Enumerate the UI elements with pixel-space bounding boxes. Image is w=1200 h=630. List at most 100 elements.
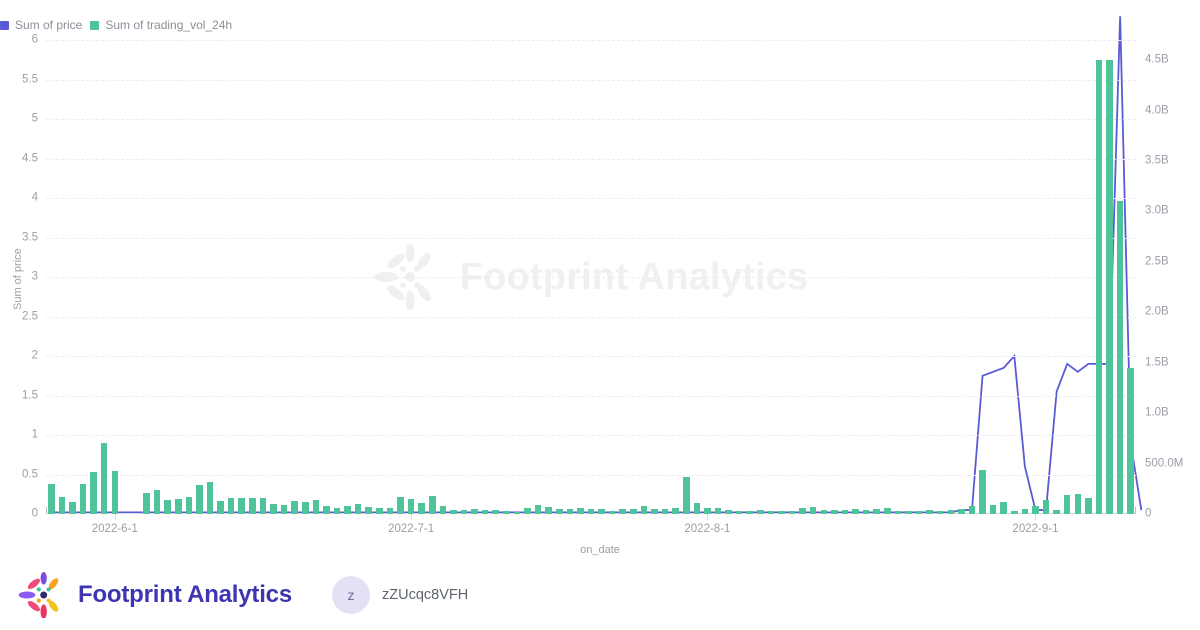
bar[interactable] [206,481,214,514]
bar[interactable] [725,509,732,514]
bar[interactable] [1032,506,1039,514]
bar[interactable] [936,510,944,514]
bar[interactable] [1127,367,1134,514]
bar[interactable] [640,506,648,514]
bar[interactable] [354,504,362,514]
legend-item-sum-of-trading-vol-24h[interactable]: Sum of trading_vol_24h [90,19,232,31]
bar[interactable] [312,499,320,514]
bar[interactable] [1095,60,1103,514]
bar[interactable] [503,511,510,514]
user-block[interactable]: z zZUcqc8VFH [331,576,468,614]
bar[interactable] [799,507,806,514]
bar[interactable] [333,507,341,514]
bar[interactable] [175,498,182,514]
bar[interactable] [428,496,436,514]
bar[interactable] [164,499,171,514]
bar[interactable] [841,510,849,514]
bar[interactable] [608,510,616,514]
bar[interactable] [153,489,161,514]
bar[interactable] [386,508,394,514]
bar[interactable] [884,507,891,514]
bar[interactable] [958,508,965,514]
bar[interactable] [809,506,817,514]
bar[interactable] [450,509,457,514]
bar[interactable] [69,501,76,514]
legend-item-sum-of-price[interactable]: Sum of price [0,19,82,31]
bar[interactable] [111,470,119,514]
bar[interactable] [672,507,679,514]
bar[interactable] [513,511,521,514]
bar[interactable] [989,504,997,514]
bar[interactable] [534,504,542,514]
bar[interactable] [577,508,584,514]
bar[interactable] [630,509,637,514]
bar[interactable] [280,504,288,514]
bar[interactable] [227,497,235,514]
bar[interactable] [820,509,828,514]
bar[interactable] [185,496,193,514]
bar[interactable] [661,509,669,514]
bar[interactable] [418,502,425,514]
bar[interactable] [48,483,55,514]
bar[interactable] [259,497,267,514]
bar[interactable] [1085,497,1092,514]
bar[interactable] [1106,60,1113,514]
bar[interactable] [545,506,552,514]
bar[interactable] [460,509,468,514]
bar[interactable] [767,511,775,514]
bar[interactable] [492,510,500,514]
bar[interactable] [407,499,415,514]
bar[interactable] [852,509,859,514]
bar[interactable] [746,511,753,514]
bar[interactable] [947,510,955,514]
bar[interactable] [598,509,605,514]
bar[interactable] [143,492,150,514]
bar[interactable] [291,500,298,514]
bar[interactable] [79,483,87,514]
bar[interactable] [915,511,923,514]
bar[interactable] [682,476,690,514]
bar[interactable] [249,497,256,514]
bar[interactable] [735,510,743,514]
bar[interactable] [926,509,933,514]
bar[interactable] [905,510,912,514]
bar[interactable] [788,510,796,514]
bar[interactable] [301,501,309,514]
bar[interactable] [439,505,447,514]
bar[interactable] [714,507,722,514]
bar[interactable] [270,504,277,514]
bar[interactable] [481,509,489,514]
bar[interactable] [1074,493,1082,514]
bar[interactable] [217,500,224,514]
bar[interactable] [831,510,838,514]
bar[interactable] [1011,511,1018,514]
bar[interactable] [873,508,880,514]
bar[interactable] [979,469,986,514]
bar[interactable] [619,509,626,514]
bar[interactable] [968,506,976,514]
bar[interactable] [1063,494,1071,514]
bar[interactable] [704,508,711,514]
bar[interactable] [566,509,574,514]
bar[interactable] [778,511,785,514]
bar[interactable] [555,508,563,514]
bar[interactable] [365,507,373,514]
bar[interactable] [376,507,383,514]
bar[interactable] [323,506,330,514]
bar[interactable] [1000,501,1007,514]
bar[interactable] [58,496,66,514]
bar[interactable] [90,471,97,514]
bar[interactable] [587,509,595,514]
bar[interactable] [196,484,203,514]
bar[interactable] [344,505,351,514]
bar[interactable] [862,509,870,514]
bar[interactable] [651,508,658,514]
bar[interactable] [524,508,531,514]
bar[interactable] [1116,201,1124,514]
bar[interactable] [100,443,108,514]
bar[interactable] [471,509,478,514]
bar[interactable] [1053,510,1060,514]
bar[interactable] [693,502,701,514]
bar[interactable] [894,510,902,514]
bar[interactable] [1021,509,1029,514]
